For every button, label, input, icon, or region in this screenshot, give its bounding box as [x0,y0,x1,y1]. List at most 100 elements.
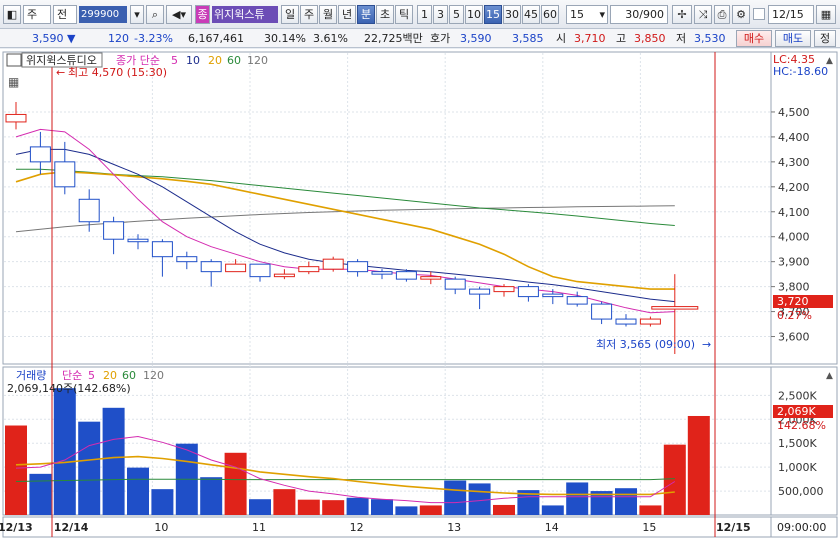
current-price: 3,590 [32,32,64,45]
candle-body [103,221,125,240]
search-icon[interactable]: ⌕ [146,5,164,24]
time-readout: 09:00:00 [777,521,826,534]
period-tab-0[interactable]: 일 [281,5,299,24]
volume-bar [53,388,76,515]
time-tick-label: 10 [154,521,168,534]
volume-bar [615,488,637,515]
code-dropdown-icon[interactable]: ▾ [130,5,144,24]
chart-settings-icon[interactable]: ◧ [3,5,21,24]
time-tick-label: 12 [350,521,364,534]
volume-bar [371,499,393,515]
buy-button[interactable]: 매수 [736,30,772,47]
minute-button-45[interactable]: 45 [522,5,540,24]
candle-body [395,271,417,280]
candle-body [566,296,588,305]
candle-body [298,266,320,273]
candle-body [639,318,661,325]
candle-body [273,273,295,278]
period-tab-5[interactable]: 초 [376,5,394,24]
period-tab-2[interactable]: 월 [319,5,337,24]
period-tab-3[interactable]: 년 [338,5,356,24]
price-tick-label: 4,000 [778,231,810,244]
volume-axis-scroll-up-icon[interactable]: ▲ [826,371,833,381]
interval-select-value: 15 [570,8,584,21]
candle-body [651,306,699,310]
minute-button-15[interactable]: 15 [484,5,502,24]
volume-bar [297,499,320,515]
high-label: 고 [616,32,627,45]
price-tick-label: 3,800 [778,281,810,294]
ma60-legend: 60 [227,54,241,67]
analysis-tool-icon[interactable]: ⤨ [694,5,712,24]
price-tick-label: 4,400 [778,131,810,144]
gear-icon[interactable]: ⚙ [732,5,750,24]
candle-body [542,293,564,298]
price-change: 120 [108,32,129,45]
correction-button[interactable]: 정 [814,30,836,47]
calendar-icon[interactable]: ▦ [816,5,836,24]
crosshair-icon[interactable]: ✢ [672,5,692,24]
vol-ma60-legend: 60 [122,369,136,382]
period-tab-6[interactable]: 틱 [395,5,413,24]
candle-body [29,146,51,163]
panel-toggle-icon[interactable] [6,53,22,67]
current-volume-pct: 142.68% [777,419,826,432]
period-tab-1[interactable]: 주 [300,5,318,24]
minute-button-10[interactable]: 10 [465,5,483,24]
quote-bar: 3,590 ▼ 120 -3.23% 6,167,461 30.14% 3.61… [0,29,840,48]
minute-button-30[interactable]: 30 [503,5,521,24]
stock-name: 위지윅스튜 [212,6,278,23]
period-tab-4[interactable]: 분 [357,5,375,24]
volume-panel-title: 거래량 [16,369,46,382]
chevron-down-icon: ▾ [599,8,605,21]
volume-bar [224,452,247,515]
count-input[interactable]: 30/900 [610,5,668,24]
volume-ratio: 30.14% [264,32,306,45]
stock-code-input[interactable]: 299900 [79,6,127,23]
ask-price: 3,590 [460,32,492,45]
time-tick-label: 12/15 [716,521,751,534]
price-tick-label: 4,300 [778,156,810,169]
price-panel [2,51,772,365]
grid-icon[interactable]: ▦ [8,75,19,89]
interval-select[interactable]: 15 ▾ [566,5,608,24]
view-select[interactable]: 주 [23,5,51,24]
date-checkbox[interactable] [753,8,765,20]
volume-bar [127,467,149,515]
candle-body [322,258,344,270]
minute-button-3[interactable]: 3 [433,5,448,24]
candle-body [225,263,247,273]
view-select-value: 주 [27,8,38,21]
open-price: 3,710 [574,32,606,45]
vol-ma20-legend: 20 [103,369,117,382]
candle-body [127,238,149,243]
chart-canvas[interactable]: 4,500 4,400 4,300 4,200 4,100 4,000 3,900 3,800… [0,49,840,540]
ma120-legend: 120 [247,54,268,67]
prev-select[interactable]: 전 [53,5,77,24]
candle-body [249,263,271,278]
vol-ma5-legend: 5 [88,369,95,382]
candle-body [420,276,442,280]
minute-button-5[interactable]: 5 [449,5,464,24]
low-marker-arrow-icon: → [702,338,711,351]
candle-body [591,303,613,320]
volume-bar [687,415,710,515]
price-change-pct: -3.23% [134,32,173,45]
low-marker-label: 최저 3,565 (09:00) [596,338,695,351]
sell-button[interactable]: 매도 [775,30,811,47]
low-price: 3,530 [694,32,726,45]
volume-tick-label: 2,500K [778,389,817,402]
print-icon[interactable]: ⎙ [714,5,730,24]
speaker-icon[interactable]: ◀▾ [166,5,192,24]
date-input[interactable]: 12/15 [768,5,814,24]
price-axis-scroll-up-icon[interactable]: ▲ [826,56,833,66]
candle-body [469,288,491,295]
volume-bar [468,483,491,515]
volume-bar [102,407,125,515]
volume-info: 2,069,140주(142.68%) [7,382,131,395]
time-tick-label: 15 [642,521,656,534]
minute-button-60[interactable]: 60 [541,5,559,24]
candle-body [371,271,393,275]
minute-button-1[interactable]: 1 [417,5,432,24]
volume-bar [395,506,418,515]
